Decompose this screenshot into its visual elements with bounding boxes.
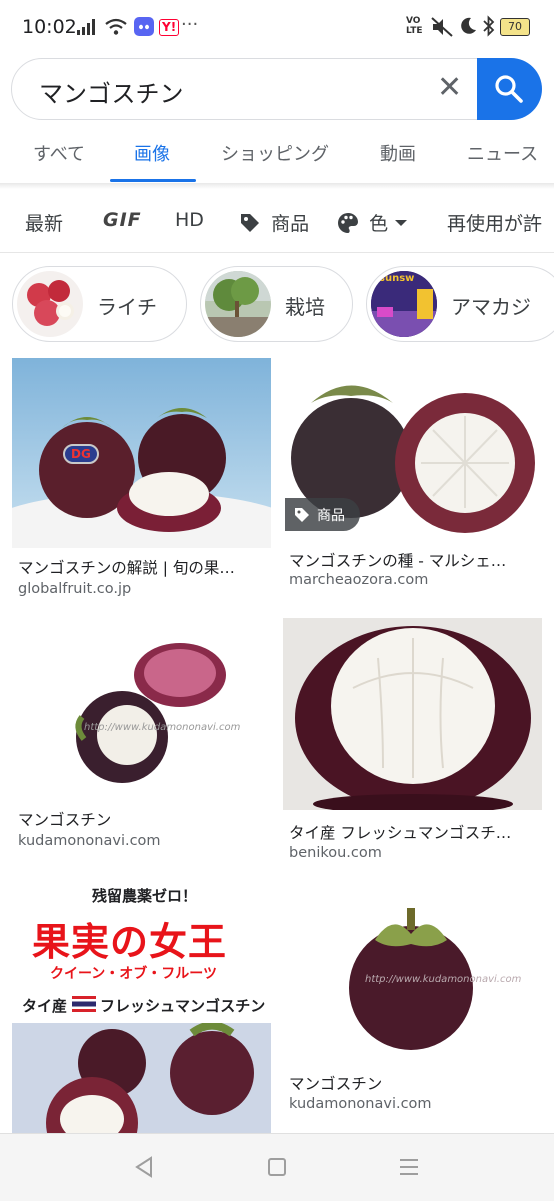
result-image[interactable]: http://www.kudamononavi.com [12,627,271,799]
search-button[interactable] [477,58,542,120]
signal-icon [77,19,95,35]
result-source[interactable]: kudamononavi.com [289,1096,432,1112]
mute-icon [431,17,453,37]
result-card[interactable]: タイ産 フレッシュマンゴスチ… benikou.com [283,618,542,863]
tag-icon [295,508,309,522]
filter-product-label: 商品 [271,213,310,235]
status-time: 10:02 [22,16,77,38]
search-icon [495,75,523,103]
search-query[interactable]: マンゴスチン [39,74,183,109]
tabs-divider [0,183,554,189]
filter-hd[interactable]: HD [175,209,204,231]
result-source[interactable]: globalfruit.co.jp [18,581,131,597]
poster-line4: タイ産 [22,997,68,1015]
result-image[interactable] [283,618,542,810]
back-icon[interactable] [133,1156,155,1178]
yahoo-icon: Y! [159,19,180,36]
result-title[interactable]: マンゴスチン [289,1072,382,1094]
search-input[interactable]: マンゴスチン ✕ [11,58,539,120]
system-nav-bar [0,1133,554,1201]
menu-icon[interactable] [398,1156,420,1178]
result-image[interactable]: DG [12,358,271,548]
filters-divider [0,252,554,253]
poster-line1: 残留農薬ゼロ！ [92,887,198,905]
amakaji-thumbnail-text: sunsw [379,273,415,284]
filter-product[interactable]: 商品 [238,209,309,235]
related-chip-cultivation[interactable]: 栽培 [200,266,353,342]
watermark-text: http://www.kudamononavi.com [365,974,522,985]
poster-fruit-photo [12,1023,271,1133]
amakaji-thumbnail: sunsw [371,271,437,337]
result-image[interactable]: 商品 [283,358,542,538]
result-title[interactable]: マンゴスチンの種 - マルシェ… [289,549,506,571]
home-icon[interactable] [266,1156,288,1178]
tab-all[interactable]: すべて [33,140,85,166]
filter-reuse[interactable]: 再使用が許 [447,209,542,236]
related-chip-lychee[interactable]: ライチ [12,266,187,342]
result-source[interactable]: benikou.com [289,845,382,861]
result-card[interactable]: http://www.kudamononavi.com マンゴスチン kudam… [283,892,542,1122]
active-tab-indicator [110,179,196,182]
cultivation-thumbnail [205,271,271,337]
result-card[interactable]: 商品 マンゴスチンの種 - マルシェ… marcheaozora.com [283,358,542,603]
filter-color[interactable]: 色 [336,209,409,235]
filter-color-label: 色 [369,213,389,235]
tag-icon [241,213,259,232]
discord-icon [134,17,154,36]
result-title[interactable]: マンゴスチン [18,808,111,830]
filter-latest[interactable]: 最新 [25,209,63,236]
poster-line5: フレッシュマンゴスチン [100,997,266,1015]
result-title[interactable]: マンゴスチンの解説 | 旬の果… [18,556,235,578]
result-card[interactable]: http://www.kudamononavi.com マンゴスチン kudam… [12,627,271,857]
palette-icon [338,212,358,233]
chip-label: アマカジ [451,295,531,319]
lychee-thumbnail [17,271,83,337]
result-badge: DG [63,444,99,464]
poster-line3: クイーン・オブ・フルーツ [50,966,218,982]
result-title[interactable]: タイ産 フレッシュマンゴスチ… [289,821,511,843]
thai-flag-icon [72,996,96,1012]
volte-icon: VO LTE [406,16,423,36]
battery-icon: 70 [500,18,530,36]
clear-icon[interactable]: ✕ [437,70,462,105]
result-source[interactable]: kudamononavi.com [18,833,161,849]
chevron-down-icon [395,219,408,226]
dnd-moon-icon [461,17,476,34]
bluetooth-icon [483,15,495,37]
poster-line2: 果実の女王 [32,920,228,964]
product-badge: 商品 [285,498,360,531]
product-badge-label: 商品 [317,508,345,524]
chip-label: 栽培 [285,295,325,319]
wifi-icon [105,18,127,35]
more-notifications-icon: ··· [181,14,199,35]
result-card[interactable]: 残留農薬ゼロ！ 果実の女王 クイーン・オブ・フルーツ タイ産 フレッシュマンゴス… [12,879,271,1133]
result-image[interactable]: http://www.kudamononavi.com [283,892,542,1062]
tab-news[interactable]: ニュース [467,140,538,166]
watermark-text: http://www.kudamononavi.com [84,722,241,733]
tab-videos[interactable]: 動画 [380,140,416,166]
filter-gif[interactable]: GIF [103,209,142,231]
tab-shopping[interactable]: ショッピング [221,140,329,166]
status-bar: 10:02 Y! ··· VO LTE 70 [0,0,554,56]
related-chip-amakaji[interactable]: sunsw アマカジ [366,266,554,342]
tab-images[interactable]: 画像 [134,140,170,166]
result-image[interactable]: 残留農薬ゼロ！ 果実の女王 クイーン・オブ・フルーツ タイ産 フレッシュマンゴス… [12,879,271,1133]
chip-label: ライチ [97,295,157,319]
result-card[interactable]: DG マンゴスチンの解説 | 旬の果… globalfruit.co.jp [12,358,271,603]
result-source[interactable]: marcheaozora.com [289,572,428,588]
